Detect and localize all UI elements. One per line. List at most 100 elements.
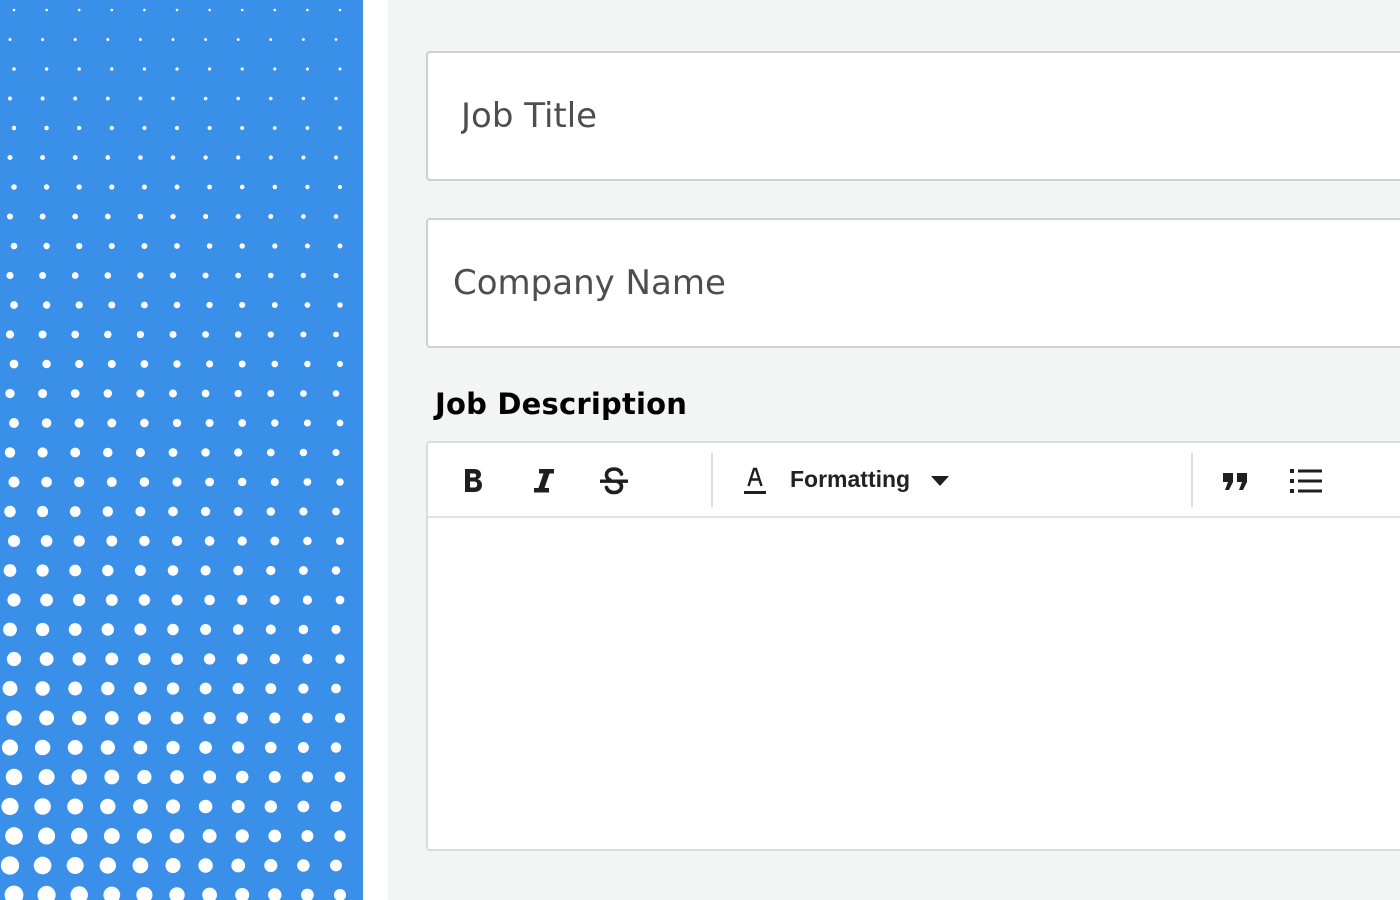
halftone-dot — [202, 829, 217, 843]
halftone-dot — [304, 302, 311, 308]
job-title-input[interactable] — [426, 51, 1400, 181]
halftone-dot — [132, 857, 149, 874]
halftone-dot — [134, 565, 146, 576]
halftone-dot — [333, 272, 339, 279]
halftone-dot — [110, 67, 114, 71]
halftone-dot — [67, 798, 84, 815]
halftone-dot — [272, 126, 277, 130]
halftone-dot — [299, 448, 308, 457]
halftone-dot — [5, 388, 15, 399]
halftone-dot — [266, 507, 276, 516]
italic-button[interactable] — [528, 461, 558, 501]
halftone-dot — [37, 447, 48, 458]
halftone-dot — [234, 389, 242, 398]
job-description-text-area[interactable] — [428, 518, 1400, 849]
company-name-input[interactable] — [426, 218, 1400, 348]
halftone-dot — [77, 67, 81, 71]
halftone-dot — [4, 505, 16, 518]
halftone-dot — [235, 213, 241, 220]
halftone-dot — [169, 389, 177, 398]
halftone-dot — [170, 213, 176, 220]
halftone-dot — [1, 797, 19, 816]
halftone-dot — [269, 96, 273, 101]
bold-button[interactable] — [458, 461, 488, 501]
halftone-dot — [337, 243, 343, 249]
halftone-dot — [1, 739, 19, 756]
halftone-dot — [9, 418, 19, 428]
halftone-dot — [333, 331, 339, 338]
halftone-dot — [168, 448, 178, 457]
halftone-dot — [133, 799, 148, 814]
halftone-dot — [334, 96, 338, 101]
quote-button[interactable] — [1221, 461, 1249, 501]
halftone-dot — [68, 623, 82, 636]
halftone-dot — [338, 67, 342, 71]
halftone-dot — [240, 8, 244, 12]
formatting-dropdown-toggle[interactable] — [928, 461, 952, 501]
text-color-button[interactable] — [740, 461, 770, 501]
halftone-dot — [302, 712, 313, 724]
halftone-dot — [203, 711, 216, 725]
halftone-dot — [298, 566, 308, 575]
halftone-dot — [103, 447, 113, 458]
halftone-dot — [202, 887, 217, 900]
halftone-dot — [42, 301, 51, 309]
halftone-dot — [171, 96, 175, 101]
formatting-dropdown[interactable]: Formatting — [790, 466, 910, 493]
halftone-dot — [240, 126, 245, 130]
halftone-dot — [237, 536, 247, 546]
halftone-dot — [332, 390, 340, 397]
halftone-dot — [337, 184, 343, 190]
bullet-list-button[interactable] — [1289, 461, 1323, 501]
halftone-dot — [303, 536, 312, 546]
halftone-dot — [139, 477, 150, 487]
bullet-list-icon — [1290, 469, 1322, 493]
halftone-dot — [38, 388, 48, 399]
halftone-dot — [7, 534, 21, 548]
halftone-dot — [207, 184, 212, 190]
halftone-dot — [299, 507, 308, 516]
halftone-dot — [231, 858, 246, 873]
halftone-dot — [204, 594, 215, 606]
halftone-dot — [108, 301, 116, 309]
halftone-dot — [331, 566, 341, 575]
halftone-dot — [104, 213, 111, 220]
strikethrough-icon — [600, 467, 628, 495]
halftone-dot — [71, 330, 80, 339]
halftone-dot — [76, 242, 83, 250]
halftone-dot — [237, 594, 248, 606]
halftone-dot — [99, 857, 116, 874]
halftone-dot — [206, 243, 213, 249]
halftone-dot — [202, 272, 209, 279]
halftone-dot — [171, 535, 183, 547]
halftone-dot — [337, 302, 343, 308]
bold-icon — [465, 469, 482, 492]
halftone-dot — [167, 623, 179, 636]
halftone-dot — [205, 477, 215, 487]
halftone-dot — [239, 184, 245, 190]
halftone-dot — [110, 8, 114, 12]
halftone-dot — [5, 827, 23, 845]
halftone-dot — [330, 859, 342, 872]
halftone-dot — [70, 827, 88, 845]
halftone-dot — [138, 155, 143, 160]
halftone-dot — [11, 125, 17, 131]
halftone-dot — [71, 769, 87, 785]
halftone-dot — [4, 885, 24, 900]
halftone-dot — [104, 272, 112, 279]
halftone-dot — [73, 96, 78, 101]
halftone-dot — [104, 330, 112, 339]
halftone-dot — [203, 653, 216, 665]
halftone-dot — [297, 859, 310, 872]
halftone-dot — [302, 595, 312, 605]
halftone-dot — [332, 507, 340, 516]
halftone-dot — [304, 243, 310, 249]
halftone-dot — [174, 184, 180, 190]
halftone-dot — [104, 769, 120, 785]
halftone-dot — [34, 739, 51, 756]
halftone-dot — [36, 564, 49, 577]
halftone-dot — [74, 476, 85, 488]
halftone-dot — [265, 683, 277, 694]
strikethrough-button[interactable] — [596, 461, 632, 501]
halftone-dot — [238, 419, 247, 427]
